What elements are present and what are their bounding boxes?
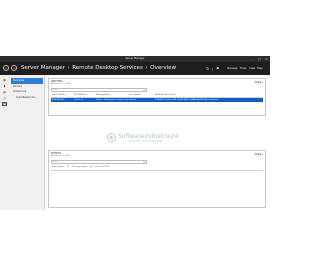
- watermark-logo-icon: [107, 133, 116, 142]
- column-windows-activation[interactable]: Windows Activation: [155, 94, 175, 96]
- breadcrumb-separator: ›: [145, 65, 148, 72]
- column-server-name[interactable]: Server Name: [52, 166, 64, 168]
- column-last-update[interactable]: Last Update: [129, 94, 142, 96]
- servers-panel-subtitle: All servers | 1 total: [51, 83, 71, 86]
- breadcrumb-server-manager[interactable]: Server Manager: [21, 65, 65, 71]
- column-server-name[interactable]: Server Name: [52, 94, 66, 96]
- dashboard-icon[interactable]: ▦: [2, 78, 7, 82]
- events-panel: EVENTS All events | 0 total TASKS ▾ Filt…: [48, 150, 266, 208]
- search-icon[interactable]: ⚲: [143, 89, 145, 92]
- forward-arrow-icon[interactable]: →: [11, 65, 17, 71]
- filter-placeholder: Filter: [53, 161, 58, 164]
- watermark-tagline: DEINE SOFTWARE: [129, 139, 163, 144]
- breadcrumb-remote-desktop-services[interactable]: Remote Desktop Services: [72, 65, 143, 71]
- column-source[interactable]: Source: [81, 166, 88, 168]
- column-ipv4-address[interactable]: IPv4 Address: [74, 94, 87, 96]
- softwareindustrie24-watermark: Softwareindustrie24 DEINE SOFTWARE: [107, 132, 227, 146]
- menu-help[interactable]: Help: [257, 67, 263, 70]
- cell-manageability: Online - Performance counters not starte…: [96, 98, 136, 101]
- nav-item-quicksessioncollection[interactable]: QuickSessionCo...: [11, 95, 43, 101]
- file-storage-icon[interactable]: ◫: [2, 96, 7, 100]
- column-date-and-time[interactable]: Date and Time: [95, 166, 109, 168]
- back-arrow-icon[interactable]: ←: [3, 65, 9, 71]
- separator-icon: |: [212, 66, 214, 71]
- cell-last-update: 9/18/2017 5:34:01 AM: [155, 98, 177, 101]
- events-filter-input[interactable]: Filter ⚲: [51, 160, 147, 164]
- window-title: Server Manager: [125, 57, 145, 61]
- servers-panel-header: SERVERS All servers | 1 total TASKS ▾: [49, 79, 265, 87]
- cell-ipv4-address: 10.0.0.11: [74, 98, 84, 101]
- rds-icon[interactable]: ▣: [2, 102, 7, 106]
- local-server-icon[interactable]: ▮: [2, 84, 7, 88]
- events-column-headers: Server Name ID Severity Source Log Date …: [51, 166, 263, 171]
- servers-filter-input[interactable]: Filter ⚲: [51, 88, 147, 92]
- cell-windows-activation: 00376-50511-54485-AA796 (Not activated): [177, 98, 219, 101]
- server-manager-window: Server Manager – □ ✕ ← → Server Manager …: [0, 56, 270, 210]
- notifications-flag-icon[interactable]: ⚑: [216, 66, 220, 71]
- servers-tasks-button[interactable]: TASKS ▾: [254, 81, 263, 84]
- table-row[interactable]: RDS-SRV-001 10.0.0.11 Online - Performan…: [51, 98, 263, 102]
- breadcrumb-overview[interactable]: Overview: [150, 65, 176, 71]
- cell-server-name: RDS-SRV-001: [52, 98, 65, 101]
- navigation-bar: ← → Server Manager › Remote Desktop Serv…: [0, 62, 270, 75]
- menu-tools[interactable]: Tools: [240, 67, 246, 70]
- main-content: SERVERS All servers | 1 total TASKS ▾ Fi…: [45, 75, 270, 210]
- breadcrumb-separator: ›: [67, 65, 70, 72]
- column-log[interactable]: Log: [89, 166, 92, 168]
- events-tasks-button[interactable]: TASKS ▾: [254, 153, 263, 156]
- column-id[interactable]: ID: [67, 166, 69, 168]
- nav-icon-strip: ▦ ▮ ▤ ◫ ▣: [0, 75, 9, 210]
- breadcrumb: Server Manager › Remote Desktop Services…: [21, 65, 176, 71]
- filter-placeholder: Filter: [53, 89, 58, 92]
- column-manageability[interactable]: Manageability: [96, 94, 111, 96]
- search-icon[interactable]: ⚲: [143, 161, 145, 164]
- left-navigation: ▦ ▮ ▤ ◫ ▣ Overview Servers Collections Q…: [0, 75, 45, 210]
- servers-panel: SERVERS All servers | 1 total TASKS ▾ Fi…: [48, 78, 266, 116]
- menu-manage[interactable]: Manage: [227, 67, 237, 70]
- events-panel-subtitle: All events | 0 total: [51, 155, 70, 158]
- refresh-icon[interactable]: ↻: [206, 66, 209, 71]
- column-severity[interactable]: Severity: [72, 166, 80, 168]
- events-panel-header: EVENTS All events | 0 total TASKS ▾: [49, 151, 265, 159]
- menu-view[interactable]: View: [249, 67, 255, 70]
- nav-list: Overview Servers Collections QuickSessio…: [11, 78, 43, 100]
- all-servers-icon[interactable]: ▤: [2, 90, 7, 94]
